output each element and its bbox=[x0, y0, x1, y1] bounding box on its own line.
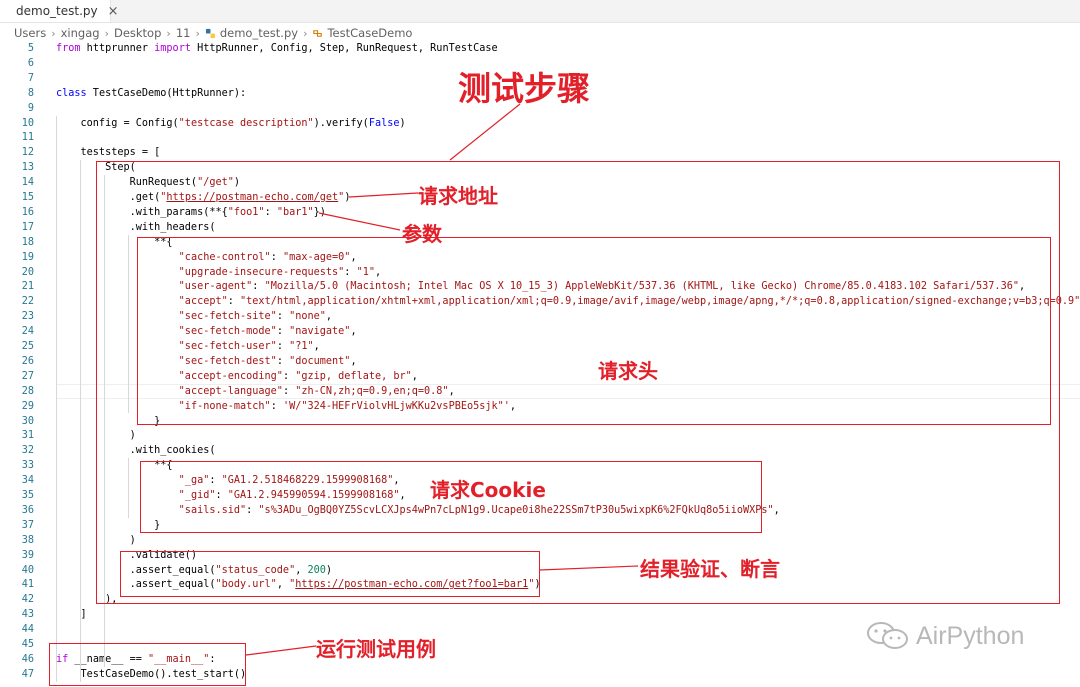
line-number: 31 bbox=[21, 430, 34, 442]
breadcrumb-item-users[interactable]: Users bbox=[14, 26, 46, 40]
line-number: 33 bbox=[21, 460, 34, 472]
annotation-request-cookie: 请求Cookie bbox=[430, 478, 546, 502]
line-number: 44 bbox=[21, 624, 34, 636]
line-number: 42 bbox=[21, 594, 34, 606]
line-number: 40 bbox=[21, 564, 34, 576]
line-number: 29 bbox=[21, 400, 34, 412]
line-number: 45 bbox=[21, 639, 34, 650]
line-number: 14 bbox=[21, 177, 34, 189]
line-number: 24 bbox=[21, 326, 34, 338]
line-number: 20 bbox=[21, 266, 34, 278]
code-text[interactable]: ] bbox=[56, 607, 87, 622]
breadcrumb-item-folder[interactable]: 11 bbox=[176, 26, 191, 40]
chevron-right-icon: › bbox=[195, 26, 200, 40]
line-number: 6 bbox=[27, 57, 34, 69]
line-number: 9 bbox=[27, 102, 34, 114]
code-line[interactable]: 11 bbox=[0, 130, 1080, 145]
code-line[interactable]: 5 from httprunner import HttpRunner, Conf… bbox=[0, 41, 1080, 56]
watermark: AirPython bbox=[866, 620, 1024, 652]
line-number: 28 bbox=[21, 385, 34, 397]
annotation-assertions: 结果验证、断言 bbox=[640, 557, 780, 581]
close-icon[interactable]: × bbox=[108, 4, 119, 19]
line-number: 41 bbox=[21, 579, 34, 591]
breadcrumb-item-class[interactable]: TestCaseDemo bbox=[327, 26, 412, 40]
line-number: 43 bbox=[21, 609, 34, 621]
line-number: 38 bbox=[21, 534, 34, 546]
watermark-text: AirPython bbox=[916, 621, 1025, 650]
annotation-params: 参数 bbox=[402, 222, 442, 246]
code-text[interactable]: teststeps = [ bbox=[56, 145, 161, 160]
line-number: 10 bbox=[21, 117, 34, 129]
line-number: 37 bbox=[21, 519, 34, 531]
breadcrumb-item-user[interactable]: xingag bbox=[61, 26, 100, 40]
code-line[interactable]: 10 config = Config("testcase description… bbox=[0, 116, 1080, 131]
line-number: 25 bbox=[21, 341, 34, 352]
line-number: 32 bbox=[21, 445, 34, 457]
main-highlight-box bbox=[49, 643, 246, 686]
breadcrumb: Users › xingag › Desktop › 11 › demo_tes… bbox=[0, 23, 1080, 43]
line-number: 36 bbox=[21, 504, 34, 516]
line-number: 17 bbox=[21, 221, 34, 233]
indent-guide bbox=[56, 115, 57, 682]
python-file-icon bbox=[205, 28, 215, 38]
annotation-request-headers: 请求头 bbox=[598, 359, 658, 383]
line-number: 27 bbox=[21, 370, 34, 382]
line-number: 34 bbox=[21, 475, 34, 487]
line-number: 47 bbox=[21, 668, 34, 680]
line-number: 11 bbox=[21, 132, 34, 144]
line-number: 5 bbox=[27, 43, 34, 54]
code-text[interactable]: config = Config("testcase description").… bbox=[56, 116, 406, 131]
chevron-right-icon: › bbox=[303, 26, 308, 40]
line-number: 15 bbox=[21, 192, 34, 203]
wechat-icon bbox=[867, 622, 908, 649]
line-number: 8 bbox=[27, 87, 34, 99]
chevron-right-icon: › bbox=[104, 26, 109, 40]
line-number: 18 bbox=[21, 236, 34, 248]
line-number: 19 bbox=[21, 251, 34, 263]
breadcrumb-item-desktop[interactable]: Desktop bbox=[114, 26, 161, 40]
annotation-test-steps: 测试步骤 bbox=[458, 69, 590, 108]
line-number: 46 bbox=[21, 653, 34, 665]
line-number: 23 bbox=[21, 311, 34, 323]
code-text[interactable]: class TestCaseDemo(HttpRunner): bbox=[56, 86, 246, 101]
breadcrumb-item-file[interactable]: demo_test.py bbox=[220, 26, 298, 40]
tab-label: demo_test.py bbox=[16, 4, 98, 18]
line-number: 39 bbox=[21, 549, 34, 561]
line-number: 22 bbox=[21, 296, 34, 308]
code-line[interactable]: 12 teststeps = [ bbox=[0, 145, 1080, 160]
class-symbol-icon bbox=[313, 29, 323, 37]
annotation-request-url: 请求地址 bbox=[418, 184, 498, 208]
line-number: 13 bbox=[21, 162, 34, 174]
line-number: 26 bbox=[21, 355, 34, 367]
tab-demo-test-py[interactable]: demo_test.py × bbox=[0, 0, 119, 22]
indent-guide bbox=[80, 160, 81, 682]
validate-highlight-box bbox=[120, 551, 540, 597]
editor-tab-bar: demo_test.py × bbox=[0, 0, 1080, 23]
line-number: 16 bbox=[21, 206, 34, 218]
chevron-right-icon: › bbox=[51, 26, 56, 40]
line-number: 12 bbox=[21, 147, 34, 159]
line-number: 7 bbox=[27, 72, 34, 84]
code-text[interactable]: from httprunner import HttpRunner, Confi… bbox=[56, 41, 498, 56]
line-number: 35 bbox=[21, 490, 34, 501]
chevron-right-icon: › bbox=[166, 26, 171, 40]
line-number: 21 bbox=[21, 281, 34, 293]
headers-highlight-box bbox=[137, 237, 1051, 425]
line-number: 30 bbox=[21, 415, 34, 427]
annotation-run-testcase: 运行测试用例 bbox=[316, 637, 436, 661]
